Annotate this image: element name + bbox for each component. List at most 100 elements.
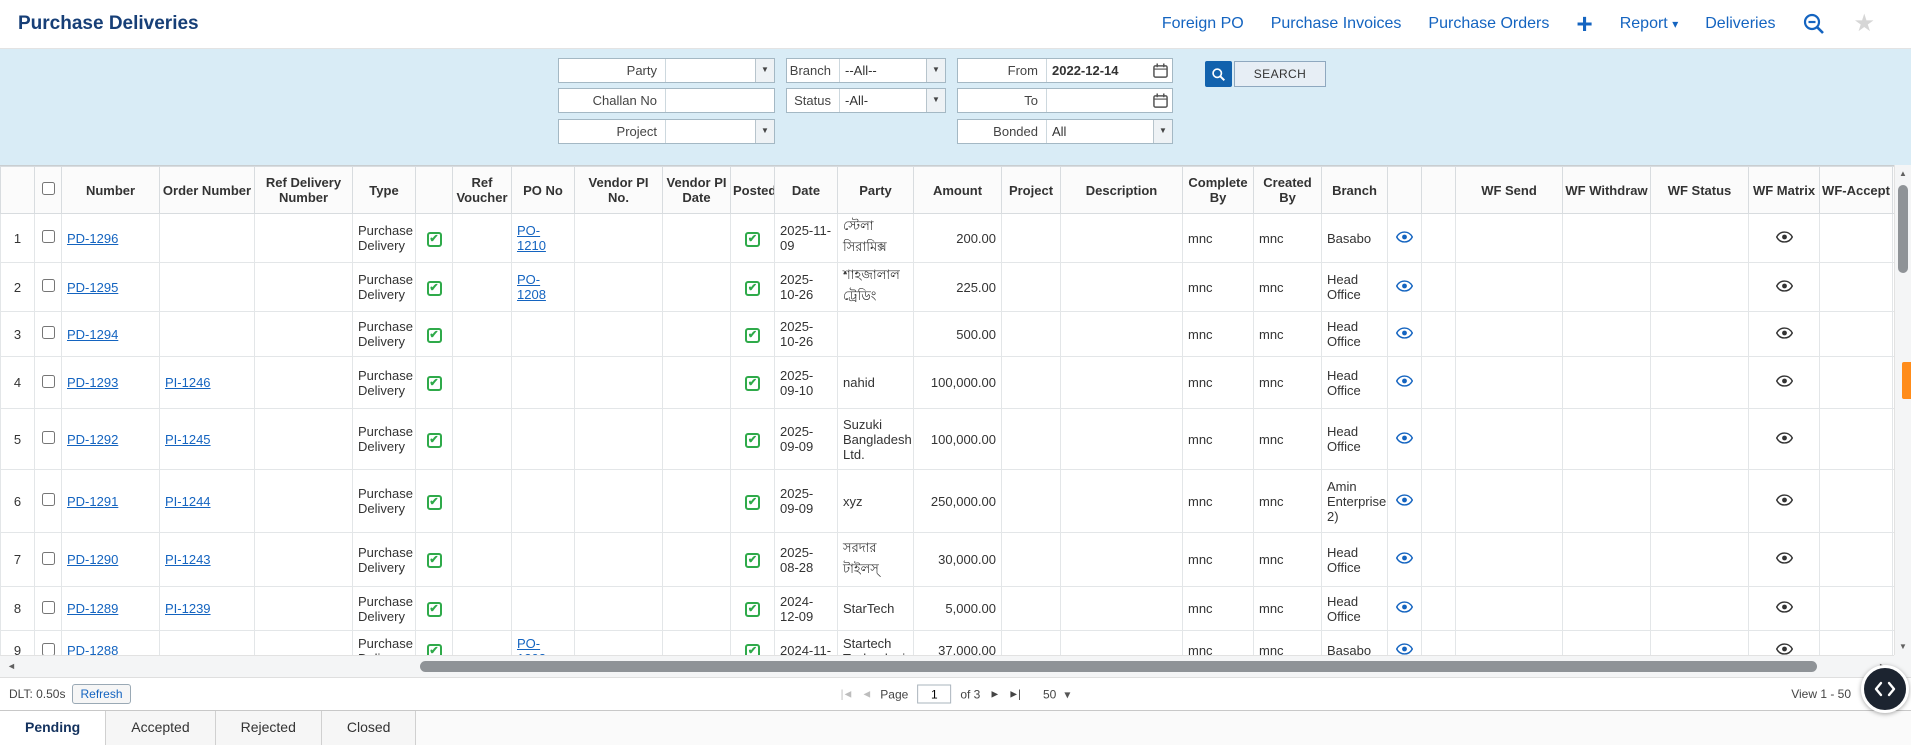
col-header-wf-withdraw[interactable]: WF Withdraw (1562, 166, 1651, 214)
row-checkbox[interactable] (41, 493, 55, 506)
party-select[interactable]: ▼ (665, 59, 774, 82)
col-header-posted[interactable]: Posted (730, 166, 775, 214)
delivery-number-link[interactable]: PD-1295 (67, 280, 118, 295)
branch-select[interactable]: --All-- ▼ (839, 59, 945, 82)
row-checkbox[interactable] (41, 551, 55, 565)
horizontal-scrollbar[interactable]: ◄ ► (0, 655, 1894, 677)
search-icon[interactable] (1205, 61, 1232, 87)
nav-foreign-po[interactable]: Foreign PO (1162, 15, 1244, 33)
view-eye-icon[interactable] (1396, 279, 1413, 292)
order-number-link[interactable]: PI-1244 (165, 494, 211, 509)
view-eye-icon[interactable] (1396, 643, 1413, 655)
view-eye-icon[interactable] (1396, 552, 1413, 564)
calendar-icon[interactable] (1153, 63, 1168, 78)
wf-matrix-eye-icon[interactable] (1775, 552, 1793, 564)
status-select[interactable]: -All- ▼ (839, 89, 945, 112)
chevron-down-icon[interactable]: ▼ (1153, 120, 1172, 143)
po-number-link[interactable]: PO-1210 (517, 223, 546, 253)
refresh-button[interactable]: Refresh (72, 684, 131, 704)
delivery-number-link[interactable]: PD-1296 (67, 231, 118, 246)
row-checkbox[interactable] (41, 230, 55, 243)
nav-deliveries[interactable]: Deliveries (1705, 15, 1775, 33)
next-page-button[interactable]: ► (989, 688, 1000, 700)
wf-matrix-eye-icon[interactable] (1775, 326, 1793, 339)
col-header-wf-matrix[interactable]: WF Matrix (1748, 166, 1820, 214)
zoom-search-icon[interactable] (1802, 12, 1826, 36)
nav-purchase-orders[interactable]: Purchase Orders (1428, 15, 1549, 33)
wf-matrix-eye-icon[interactable] (1775, 375, 1793, 387)
add-icon[interactable]: + (1576, 10, 1592, 38)
search-button[interactable]: SEARCH (1234, 61, 1326, 87)
row-checkbox[interactable] (41, 326, 55, 339)
tab-pending[interactable]: Pending (0, 711, 107, 745)
scroll-up-icon[interactable]: ▲ (1895, 169, 1911, 178)
to-date-input[interactable] (1046, 89, 1172, 112)
delivery-number-link[interactable]: PD-1290 (67, 552, 118, 567)
chevron-down-icon[interactable]: ▼ (755, 59, 774, 82)
col-header-vendor-pi-no[interactable]: Vendor PI No. (574, 166, 663, 214)
row-checkbox[interactable] (41, 431, 55, 444)
order-number-link[interactable]: PI-1246 (165, 375, 211, 390)
vertical-scrollbar-thumb[interactable] (1898, 185, 1908, 273)
chevron-down-icon[interactable]: ▼ (926, 89, 945, 112)
scroll-down-icon[interactable]: ▼ (1895, 642, 1911, 651)
wf-matrix-eye-icon[interactable] (1775, 431, 1793, 444)
col-header-project[interactable]: Project (1001, 166, 1061, 214)
wf-matrix-eye-icon[interactable] (1775, 230, 1793, 243)
col-header-wf-status[interactable]: WF Status (1650, 166, 1749, 214)
delivery-number-link[interactable]: PD-1294 (67, 327, 118, 342)
first-page-button[interactable]: |◄ (841, 688, 854, 700)
scroll-left-icon[interactable]: ◄ (7, 661, 16, 671)
col-header-party[interactable]: Party (837, 166, 914, 214)
delivery-number-link[interactable]: PD-1291 (67, 494, 118, 509)
select-all-checkbox[interactable] (41, 182, 55, 195)
project-select[interactable]: ▼ (665, 120, 774, 143)
view-eye-icon[interactable] (1396, 230, 1413, 243)
tab-accepted[interactable]: Accepted (106, 711, 216, 745)
col-header-amount[interactable]: Amount (913, 166, 1002, 214)
tab-closed[interactable]: Closed (321, 711, 417, 745)
col-header-ref-delivery[interactable]: Ref Delivery Number (254, 166, 353, 214)
tab-rejected[interactable]: Rejected (215, 711, 322, 745)
prev-page-button[interactable]: ◄ (861, 688, 872, 700)
order-number-link[interactable]: PI-1243 (165, 552, 211, 567)
page-size-select[interactable]: 50 ▾ (1043, 687, 1070, 701)
col-header-ref-voucher[interactable]: Ref Voucher (452, 166, 512, 214)
col-header-order-number[interactable]: Order Number (159, 166, 255, 214)
col-header-type[interactable]: Type (352, 166, 416, 214)
view-eye-icon[interactable] (1396, 493, 1413, 506)
delivery-number-link[interactable]: PD-1288 (67, 643, 118, 655)
wf-matrix-eye-icon[interactable] (1775, 601, 1793, 613)
delivery-number-link[interactable]: PD-1289 (67, 601, 118, 616)
code-widget-button[interactable] (1861, 665, 1909, 713)
last-page-button[interactable]: ►| (1008, 688, 1021, 700)
po-number-link[interactable]: PO-1202 (517, 636, 546, 656)
col-header-number[interactable]: Number (61, 166, 160, 214)
wf-matrix-eye-icon[interactable] (1775, 643, 1793, 655)
wf-matrix-eye-icon[interactable] (1775, 279, 1793, 292)
po-number-link[interactable]: PO-1208 (517, 272, 546, 302)
col-header-complete-by[interactable]: Complete By (1182, 166, 1254, 214)
delivery-number-link[interactable]: PD-1293 (67, 375, 118, 390)
horizontal-scrollbar-thumb[interactable] (420, 661, 1817, 672)
col-header-vendor-pi-date[interactable]: Vendor PI Date (662, 166, 731, 214)
view-eye-icon[interactable] (1396, 431, 1413, 444)
order-number-link[interactable]: PI-1245 (165, 432, 211, 447)
view-eye-icon[interactable] (1396, 326, 1413, 339)
col-header-description[interactable]: Description (1060, 166, 1183, 214)
order-number-link[interactable]: PI-1239 (165, 601, 211, 616)
report-menu[interactable]: Report ▾ (1620, 15, 1679, 33)
row-checkbox[interactable] (41, 279, 55, 292)
chevron-down-icon[interactable]: ▼ (926, 59, 945, 82)
vertical-scrollbar[interactable]: ▲ ▼ (1894, 165, 1911, 655)
calendar-icon[interactable] (1153, 93, 1168, 108)
col-header-branch[interactable]: Branch (1321, 166, 1388, 214)
favorite-star-icon[interactable]: ★ (1853, 12, 1875, 36)
row-checkbox[interactable] (41, 600, 55, 614)
bonded-select[interactable]: All ▼ (1046, 120, 1172, 143)
delivery-number-link[interactable]: PD-1292 (67, 432, 118, 447)
view-eye-icon[interactable] (1396, 375, 1413, 387)
row-checkbox[interactable] (41, 642, 55, 655)
col-header-po-no[interactable]: PO No (511, 166, 575, 214)
view-eye-icon[interactable] (1396, 601, 1413, 613)
